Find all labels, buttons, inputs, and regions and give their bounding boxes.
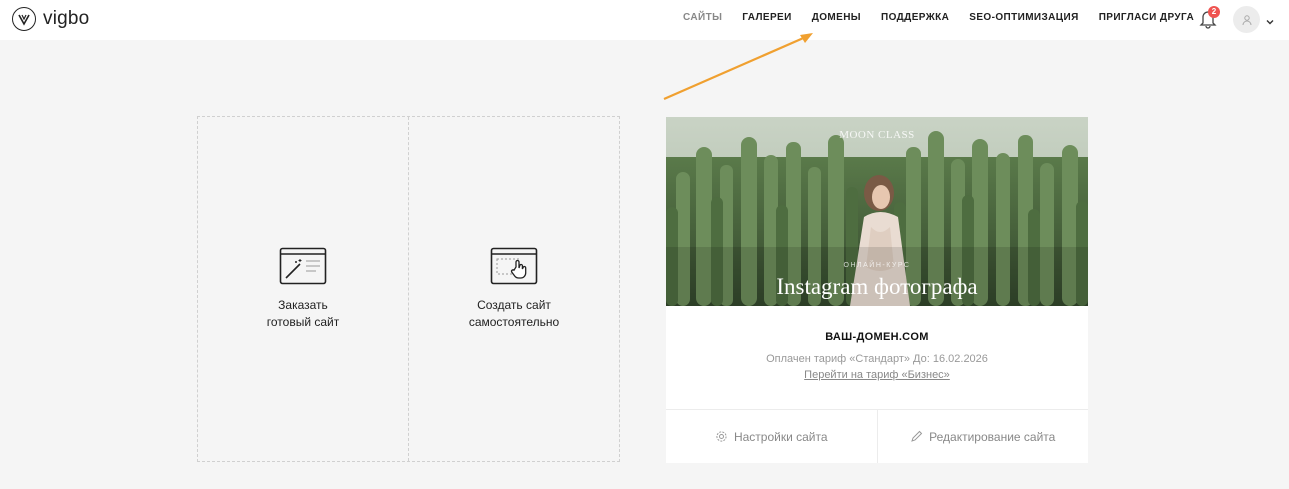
- chevron-down-icon[interactable]: [1265, 14, 1275, 25]
- preview-title: Instagram фотографа: [776, 274, 978, 299]
- annotation-arrow: [663, 33, 813, 101]
- cursor-window-icon: [490, 247, 538, 285]
- gear-icon: [715, 430, 728, 443]
- site-info: ВАШ-ДОМЕН.COM Оплачен тариф «Стандарт» Д…: [666, 306, 1088, 409]
- site-preview-image[interactable]: MOON CLASS ОНЛАЙН-КУРС Instagram фотогра…: [666, 117, 1088, 306]
- site-edit-button[interactable]: Редактирование сайта: [876, 410, 1089, 463]
- main-nav: САЙТЫ ГАЛЕРЕИ ДОМЕНЫ ПОДДЕРЖКА SEO-ОПТИМ…: [683, 12, 1214, 23]
- nav-support[interactable]: ПОДДЕРЖКА: [881, 12, 949, 23]
- vigbo-logo[interactable]: vigbo: [12, 7, 89, 31]
- nav-galleries[interactable]: ГАЛЕРЕИ: [742, 12, 791, 23]
- upgrade-tariff-link[interactable]: Перейти на тариф «Бизнес»: [804, 369, 950, 381]
- vigbo-logo-icon: [12, 7, 36, 31]
- nav-sites[interactable]: САЙТЫ: [683, 12, 722, 23]
- create-site-panel: Заказать готовый сайт Создать сайт самос…: [197, 116, 620, 462]
- preview-brand: MOON CLASS: [839, 129, 915, 141]
- pencil-icon: [910, 430, 923, 443]
- order-ready-site-card[interactable]: Заказать готовый сайт: [198, 117, 408, 461]
- user-icon: [1242, 14, 1251, 25]
- site-settings-button[interactable]: Настройки сайта: [666, 410, 877, 463]
- site-card: MOON CLASS ОНЛАЙН-КУРС Instagram фотогра…: [666, 117, 1088, 463]
- preview-subtitle: ОНЛАЙН-КУРС: [843, 262, 911, 269]
- create-own-site-card[interactable]: Создать сайт самостоятельно: [408, 117, 619, 461]
- avatar[interactable]: [1233, 6, 1260, 33]
- site-tariff: Оплачен тариф «Стандарт» До: 16.02.2026: [766, 353, 988, 365]
- magic-wand-window-icon: [279, 247, 327, 285]
- logo-text: vigbo: [43, 8, 90, 29]
- top-bar: vigbo САЙТЫ ГАЛЕРЕИ ДОМЕНЫ ПОДДЕРЖКА SEO…: [0, 0, 1289, 40]
- site-settings-label: Настройки сайта: [733, 429, 828, 444]
- notification-badge: 2: [1208, 6, 1220, 18]
- site-actions: Настройки сайта Редактирование сайта: [666, 409, 1088, 463]
- order-ready-site-label: Заказать готовый сайт: [266, 298, 340, 329]
- create-own-site-label: Создать сайт самостоятельно: [468, 298, 560, 329]
- nav-seo[interactable]: SEO-ОПТИМИЗАЦИЯ: [969, 12, 1078, 23]
- nav-invite-friend[interactable]: ПРИГЛАСИ ДРУГА: [1099, 12, 1194, 23]
- site-edit-label: Редактирование сайта: [929, 429, 1056, 444]
- nav-domains[interactable]: ДОМЕНЫ: [812, 12, 861, 23]
- site-domain[interactable]: ВАШ-ДОМЕН.COM: [666, 331, 1088, 343]
